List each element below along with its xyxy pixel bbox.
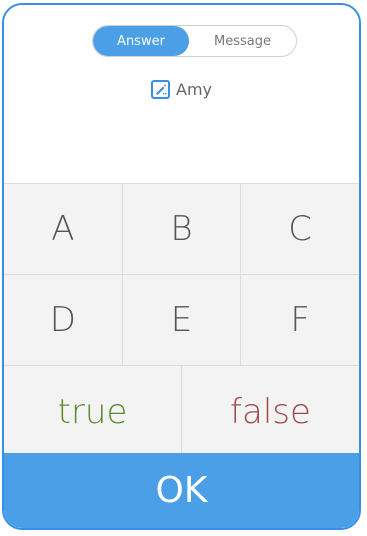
false-button[interactable]: false xyxy=(182,366,359,458)
option-b-button[interactable]: B xyxy=(123,184,242,274)
message-tab[interactable]: Message xyxy=(189,26,296,56)
true-button[interactable]: true xyxy=(4,366,182,458)
keypad-row-2: D E F xyxy=(4,275,359,366)
student-name: Amy xyxy=(176,80,212,99)
option-a-button[interactable]: A xyxy=(4,184,123,274)
answer-panel: Answer Message Amy A B C D E F true fals… xyxy=(2,3,361,530)
option-d-button[interactable]: D xyxy=(4,275,123,365)
option-c-button[interactable]: C xyxy=(241,184,359,274)
answer-tab[interactable]: Answer xyxy=(93,26,189,56)
header-area: Answer Message Amy xyxy=(4,5,359,183)
keypad-row-3: true false xyxy=(4,366,359,458)
answer-keypad: A B C D E F true false xyxy=(4,183,359,458)
edit-icon[interactable] xyxy=(151,80,170,99)
option-f-button[interactable]: F xyxy=(241,275,359,365)
option-e-button[interactable]: E xyxy=(123,275,242,365)
mode-toggle: Answer Message xyxy=(92,25,297,57)
keypad-row-1: A B C xyxy=(4,184,359,275)
pencil-icon xyxy=(156,84,167,95)
student-row: Amy xyxy=(4,80,359,99)
ok-button[interactable]: OK xyxy=(4,453,359,528)
